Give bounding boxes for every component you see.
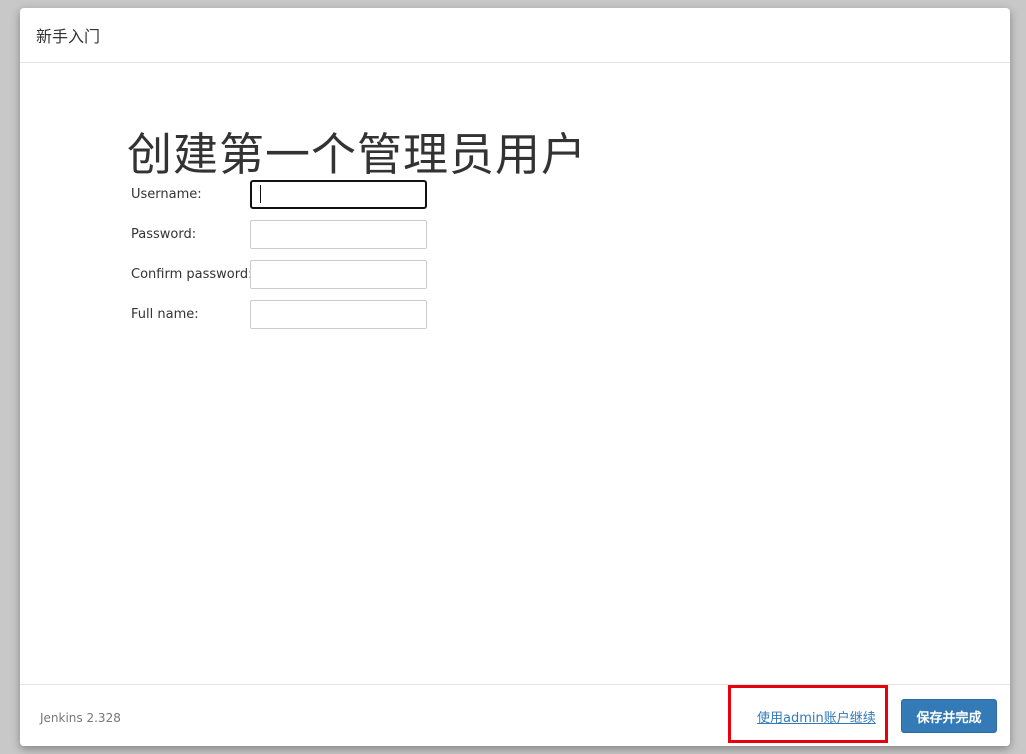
password-row: Password: (131, 220, 427, 249)
confirm-password-row: Confirm password: (131, 260, 427, 289)
dialog-title: 新手入门 (36, 27, 101, 46)
page-title: 创建第一个管理员用户 (127, 128, 588, 181)
password-label: Password: (131, 227, 197, 242)
full-name-row: Full name: (131, 300, 427, 329)
create-admin-form: Username: Password: Confirm password: Fu… (131, 180, 427, 340)
version-label: Jenkins 2.328 (40, 711, 121, 725)
username-row: Username: (131, 180, 427, 209)
dialog-header: 新手入门 (20, 8, 1010, 63)
username-label: Username: (131, 187, 202, 202)
setup-wizard-dialog: 新手入门 创建第一个管理员用户 Username: Password: Conf… (20, 8, 1010, 746)
save-and-finish-button[interactable]: 保存并完成 (901, 699, 997, 733)
full-name-label: Full name: (131, 307, 199, 322)
username-input[interactable] (250, 180, 427, 209)
text-cursor (260, 185, 261, 203)
continue-as-admin-link[interactable]: 使用admin账户继续 (757, 707, 876, 726)
confirm-password-label: Confirm password: (131, 267, 253, 282)
dialog-footer: Jenkins 2.328 使用admin账户继续 保存并完成 (20, 684, 1010, 746)
full-name-input[interactable] (250, 300, 427, 329)
password-input[interactable] (250, 220, 427, 249)
dialog-body: 创建第一个管理员用户 Username: Password: Confirm p… (20, 64, 1010, 684)
confirm-password-input[interactable] (250, 260, 427, 289)
